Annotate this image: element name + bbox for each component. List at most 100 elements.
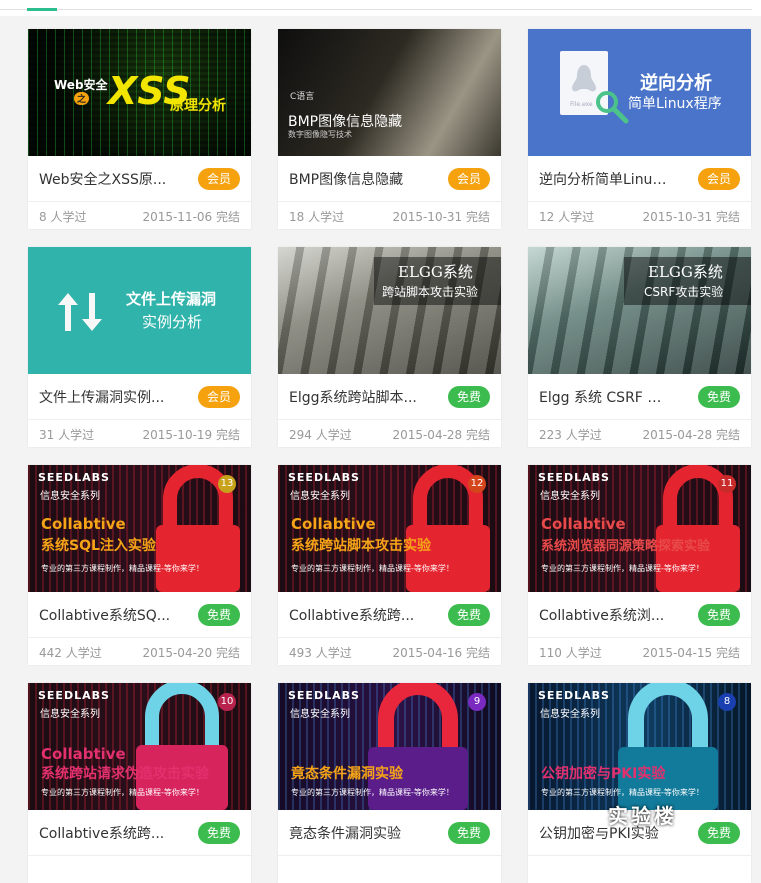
course-card[interactable]: SEEDLABS 信息安全系列 13 Collabtive 系统SQL注入实验 … — [28, 465, 251, 665]
course-thumbnail[interactable]: SEEDLABS 信息安全系列 10 Collabtive 系统跨站请求伪造攻击… — [28, 683, 251, 810]
card-meta: 223 人学过 2015-04-28 完结 — [528, 420, 751, 447]
course-number: 9 — [468, 693, 486, 711]
magnifier-icon — [596, 91, 629, 124]
learner-count: 110 人学过 — [539, 646, 602, 660]
member-badge: 会员 — [447, 168, 490, 190]
course-card[interactable]: SEEDLABS 信息安全系列 11 Collabtive 系统浏览器同源策略探… — [528, 465, 751, 665]
learner-count: 442 人学过 — [39, 646, 102, 660]
learner-count: 31 人学过 — [39, 428, 95, 442]
free-badge: 免费 — [697, 822, 740, 844]
thumb-main: 逆向分析 — [640, 73, 712, 94]
member-badge: 会员 — [197, 168, 240, 190]
thumb-main: BMP图像信息隐藏 — [288, 114, 403, 130]
thumb-tagline: 专业的第三方课程制作，精品课程-等你来学！ — [541, 564, 704, 573]
seedlabs-logo: SEEDLABS — [288, 471, 360, 484]
course-title[interactable]: Web安全之XSS原... — [39, 169, 174, 189]
course-card[interactable]: SEEDLABS 信息安全系列 9 竟态条件漏洞实验 专业的第三方课程制作，精品… — [278, 683, 501, 883]
course-card[interactable]: SEEDLABS 信息安全系列 10 Collabtive 系统跨站请求伪造攻击… — [28, 683, 251, 883]
card-title-row: 竟态条件漏洞实验 免费 — [278, 810, 501, 856]
thumb-sub: 简单Linux程序 — [628, 96, 722, 112]
upload-download-icon — [58, 293, 102, 331]
course-title[interactable]: Collabtive系统跨... — [39, 823, 174, 843]
thumb-line1: Collabtive — [41, 515, 126, 533]
course-thumbnail[interactable]: SEEDLABS 信息安全系列 11 Collabtive 系统浏览器同源策略探… — [528, 465, 751, 592]
course-card[interactable]: SEEDLABS 信息安全系列 12 Collabtive 系统跨站脚本攻击实验… — [278, 465, 501, 665]
card-meta: 12 人学过 2015-10-31 完结 — [528, 202, 751, 229]
course-thumbnail[interactable]: Web安全 之 XSS 原理分析 — [28, 29, 251, 156]
card-meta: 294 人学过 2015-04-28 完结 — [278, 420, 501, 447]
watermark-text: 实验楼 — [608, 804, 677, 828]
course-thumbnail[interactable]: 文件上传漏洞 实例分析 — [28, 247, 251, 374]
completion-date: 2015-11-06 完结 — [142, 210, 240, 224]
course-thumbnail[interactable]: ELGG系统 CSRF攻击实验 — [528, 247, 751, 374]
member-badge: 会员 — [197, 386, 240, 408]
thumb-sub: 实例分析 — [142, 313, 203, 331]
card-meta: 110 人学过 2015-04-15 完结 — [528, 638, 751, 665]
course-title[interactable]: 文件上传漏洞实例... — [39, 387, 174, 407]
thumb-line2: 系统SQL注入实验 — [41, 538, 156, 554]
course-thumbnail[interactable]: ELGG系统 跨站脚本攻击实验 — [278, 247, 501, 374]
course-card[interactable]: C语言 BMP图像信息隐藏 数字图像隐写技术 BMP图像信息隐藏 会员 18 人… — [278, 29, 501, 229]
course-thumbnail[interactable]: File.exe 逆向分析 简单Linux程序 — [528, 29, 751, 156]
course-title[interactable]: Elgg系统跨站脚本... — [289, 387, 424, 407]
free-badge: 免费 — [197, 822, 240, 844]
thumb-main: 文件上传漏洞 — [126, 290, 217, 308]
course-title[interactable]: Collabtive系统SQ... — [39, 605, 174, 625]
card-meta: 493 人学过 2015-04-16 完结 — [278, 638, 501, 665]
course-card[interactable]: ELGG系统 CSRF攻击实验 Elgg 系统 CSRF 攻... 免费 223… — [528, 247, 751, 447]
course-card[interactable]: Web安全 之 XSS 原理分析 Web安全之XSS原... 会员 8 人学过 … — [28, 29, 251, 229]
course-title[interactable]: 竟态条件漏洞实验 — [289, 823, 424, 843]
card-meta: 8 人学过 2015-11-06 完结 — [28, 202, 251, 229]
course-number: 8 — [718, 693, 736, 711]
course-thumbnail[interactable]: C语言 BMP图像信息隐藏 数字图像隐写技术 — [278, 29, 501, 156]
thumb-line1b: 之 — [74, 92, 90, 105]
card-meta: 18 人学过 2015-10-31 完结 — [278, 202, 501, 229]
thumb-sub: 数字图像隐写技术 — [288, 130, 352, 139]
thumb-tagline: 专业的第三方课程制作，精品课程-等你来学！ — [291, 788, 454, 797]
completion-date: 2015-04-28 完结 — [392, 428, 490, 442]
card-meta: 31 人学过 2015-10-19 完结 — [28, 420, 251, 447]
learner-count: 8 人学过 — [39, 210, 87, 224]
seedlabs-logo: SEEDLABS — [538, 471, 610, 484]
course-card[interactable]: 文件上传漏洞 实例分析 文件上传漏洞实例... 会员 31 人学过 2015-1… — [28, 247, 251, 447]
thumb-sub: 跨站脚本攻击实验 — [382, 285, 479, 299]
course-title[interactable]: Collabtive系统跨... — [289, 605, 424, 625]
course-card[interactable]: SEEDLABS 信息安全系列 8 公钥加密与PKI实验 专业的第三方课程制作，… — [528, 683, 751, 883]
course-thumbnail[interactable]: SEEDLABS 信息安全系列 12 Collabtive 系统跨站脚本攻击实验… — [278, 465, 501, 592]
thumb-main: ELGG系统 — [398, 263, 473, 281]
card-title-row: 文件上传漏洞实例... 会员 — [28, 374, 251, 420]
course-title[interactable]: 逆向分析简单Linux... — [539, 169, 674, 189]
seedlabs-logo: SEEDLABS — [288, 689, 360, 702]
series-label: 信息安全系列 — [40, 709, 100, 720]
thumb-tagline: 专业的第三方课程制作，精品课程-等你来学！ — [41, 564, 204, 573]
card-title-row: Elgg 系统 CSRF 攻... 免费 — [528, 374, 751, 420]
wechat-watermark-icon — [588, 810, 610, 828]
series-label: 信息安全系列 — [290, 709, 350, 720]
thumb-line1: Collabtive — [541, 515, 626, 533]
completion-date: 2015-10-31 完结 — [392, 210, 490, 224]
learner-count: 223 人学过 — [539, 428, 602, 442]
thumb-tagline: 专业的第三方课程制作，精品课程-等你来学！ — [291, 564, 454, 573]
learner-count: 18 人学过 — [289, 210, 345, 224]
course-thumbnail[interactable]: SEEDLABS 信息安全系列 8 公钥加密与PKI实验 专业的第三方课程制作，… — [528, 683, 751, 810]
course-card[interactable]: File.exe 逆向分析 简单Linux程序 逆向分析简单Linux... 会… — [528, 29, 751, 229]
thumb-line2: 系统浏览器同源策略探索实验 — [541, 539, 711, 554]
free-badge: 免费 — [197, 604, 240, 626]
free-badge: 免费 — [697, 386, 740, 408]
series-label: 信息安全系列 — [290, 491, 350, 502]
course-card[interactable]: ELGG系统 跨站脚本攻击实验 Elgg系统跨站脚本... 免费 294 人学过… — [278, 247, 501, 447]
course-title[interactable]: Collabtive系统浏... — [539, 605, 674, 625]
course-thumbnail[interactable]: SEEDLABS 信息安全系列 9 竟态条件漏洞实验 专业的第三方课程制作，精品… — [278, 683, 501, 810]
series-label: 信息安全系列 — [40, 491, 100, 502]
member-badge: 会员 — [697, 168, 740, 190]
completion-date: 2015-04-20 完结 — [142, 646, 240, 660]
active-tab-indicator — [27, 8, 57, 11]
course-title[interactable]: BMP图像信息隐藏 — [289, 169, 424, 189]
thumb-tag: C语言 — [290, 92, 315, 102]
completion-date: 2015-04-28 完结 — [642, 428, 740, 442]
course-title[interactable]: Elgg 系统 CSRF 攻... — [539, 387, 674, 407]
card-meta — [278, 856, 501, 883]
learner-count: 12 人学过 — [539, 210, 595, 224]
completion-date: 2015-04-16 完结 — [392, 646, 490, 660]
course-thumbnail[interactable]: SEEDLABS 信息安全系列 13 Collabtive 系统SQL注入实验 … — [28, 465, 251, 592]
